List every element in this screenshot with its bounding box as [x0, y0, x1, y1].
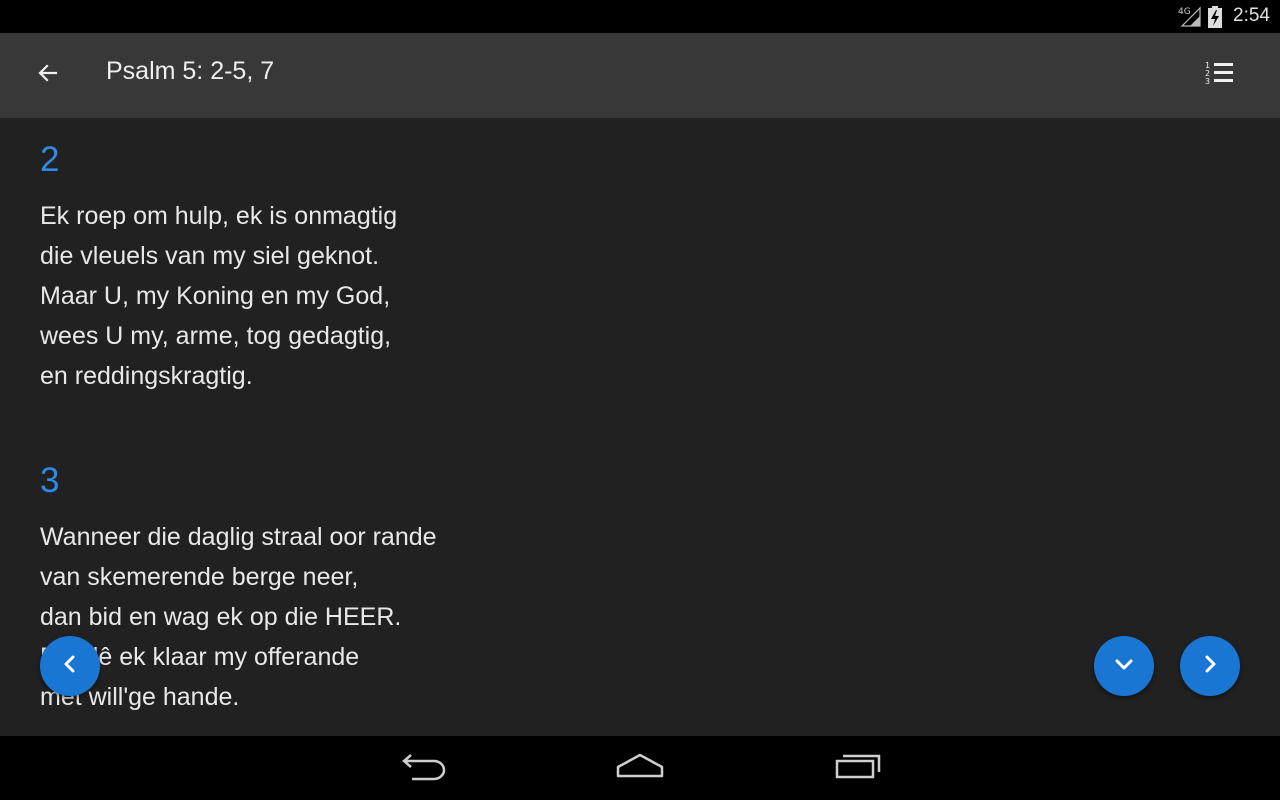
verse-line: Maar U, my Koning en my God,	[40, 282, 391, 310]
nav-back-button[interactable]	[384, 748, 464, 788]
verse-line: Ek roep om hulp, ek is onmagtig	[40, 202, 398, 230]
verse-list-button[interactable]: 1 2 3	[1198, 53, 1242, 97]
verse-number: 2	[40, 140, 60, 179]
signal-icon: 4G	[1178, 5, 1202, 31]
verse-line: en reddingskragtig.	[40, 362, 253, 390]
next-psalm-button[interactable]	[1180, 636, 1240, 696]
app-bar: Psalm 5: 2-5, 7 1 2 3	[0, 33, 1280, 118]
nav-home-icon	[615, 752, 665, 784]
nav-recents-icon	[834, 752, 882, 784]
arrow-left-icon	[36, 61, 60, 89]
verse-line: van skemerende berge neer,	[40, 563, 359, 591]
verse-line: Wanneer die daglig straal oor rande	[40, 523, 437, 551]
battery-charging-icon	[1208, 6, 1222, 32]
verse-text: Wanneer die daglig straal oor rande van …	[40, 517, 437, 717]
page-title: Psalm 5: 2-5, 7	[106, 57, 275, 85]
numbered-list-icon: 1 2 3	[1205, 60, 1235, 90]
nav-home-button[interactable]	[600, 748, 680, 788]
chevron-down-icon	[1112, 652, 1136, 680]
verse-line: met will'ge hande.	[40, 683, 240, 711]
verse-number: 3	[40, 461, 60, 500]
network-type-label: 4G	[1178, 7, 1191, 17]
verse-line: wees U my, arme, tog gedagtig,	[40, 322, 392, 350]
chevron-left-icon	[58, 652, 82, 680]
scroll-down-button[interactable]	[1094, 636, 1154, 696]
nav-recents-button[interactable]	[818, 748, 898, 788]
verse-text: Ek roep om hulp, ek is onmagtig die vleu…	[40, 196, 397, 396]
verse-block: 2 Ek roep om hulp, ek is onmagtig die vl…	[40, 140, 397, 396]
svg-text:3: 3	[1205, 77, 1210, 86]
system-nav-bar	[0, 736, 1280, 800]
verse-line: dan bid en wag ek op die HEER.	[40, 603, 402, 631]
chevron-right-icon	[1198, 652, 1222, 680]
verse-block: 3 Wanneer die daglig straal oor rande va…	[40, 461, 437, 717]
back-button[interactable]	[24, 53, 72, 97]
verse-line: die vleuels van my siel geknot.	[40, 242, 380, 270]
status-bar: 4G 2:54	[0, 0, 1280, 33]
previous-psalm-button[interactable]	[40, 636, 100, 696]
nav-back-icon	[400, 751, 448, 785]
status-time: 2:54	[1233, 5, 1270, 26]
